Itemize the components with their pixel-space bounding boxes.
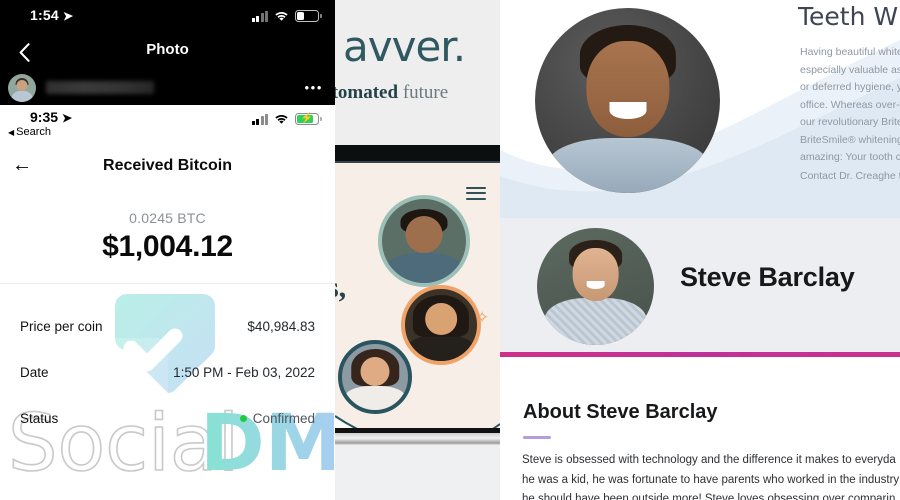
battery-icon [295, 10, 322, 22]
ig-status-time: 1:54 ➤ [30, 7, 74, 24]
profile-banner: Steve Barclay [500, 218, 900, 355]
cash-nav-bar: ← Received Bitcoin [0, 149, 335, 189]
avver-tagline-rest: future [402, 82, 449, 103]
dental-article-header: Teeth Wh Having beautiful white especial… [500, 0, 900, 218]
page-title: Photo [146, 41, 189, 58]
about-heading: About Steve Barclay [523, 401, 718, 423]
ig-post-header: ••• [0, 70, 335, 105]
about-body-line: he was a kid, he was fortunate to have p… [522, 473, 900, 486]
portrait-man-teal-ring [378, 195, 470, 287]
section-divider [0, 283, 335, 284]
ig-nav-bar: Photo [0, 34, 335, 70]
avatar[interactable] [8, 73, 36, 102]
right-profile-panel: Teeth Wh Having beautiful white especial… [500, 0, 900, 500]
middle-avver-panel: avver. utomated future s, able, a ✧ [335, 0, 500, 500]
more-options-icon[interactable]: ••• [305, 81, 323, 94]
page-title: Received Bitcoin [103, 157, 232, 174]
row-label: Status [20, 410, 59, 426]
table-row: Price per coin $40,984.83 [0, 303, 335, 349]
about-body-line: Steve is obsessed with technology and th… [522, 454, 896, 466]
article-body-line: BriteSmile® whitening [800, 133, 900, 146]
back-to-search-label: Search [16, 126, 52, 138]
heading-underline [523, 436, 551, 439]
row-value: $40,984.83 [247, 318, 315, 334]
btc-amount: 0.0245 BTC [129, 210, 206, 226]
avver-logo: avver. [343, 22, 466, 71]
wifi-icon [274, 11, 289, 22]
decorative-curve [335, 398, 500, 428]
wifi-icon [274, 114, 289, 125]
location-arrow-icon: ➤ [61, 110, 73, 126]
table-row: Date 1:50 PM - Feb 03, 2022 [0, 349, 335, 395]
profile-name: Steve Barclay [680, 262, 855, 292]
avver-tagline: utomated future [335, 82, 448, 104]
page-background [335, 445, 500, 500]
device-bezel [335, 145, 500, 163]
ig-status-icons [251, 10, 322, 22]
cash-status-time: 9:35 ➤ [30, 109, 73, 126]
about-section: About Steve Barclay Steve is obsessed wi… [500, 357, 900, 500]
cellular-bars-icon [251, 113, 268, 125]
triangle-left-icon: ◀ [8, 127, 15, 137]
article-body-line: especially valuable ass [800, 63, 900, 76]
amount-block: 0.0245 BTC $1,004.12 [0, 210, 335, 264]
dentist-patient-portrait [535, 8, 720, 193]
row-value: 1:50 PM - Feb 03, 2022 [173, 364, 315, 380]
transaction-details-list: Price per coin $40,984.83 Date 1:50 PM -… [0, 303, 335, 441]
avver-tagline-bold: utomated [335, 82, 399, 103]
screenshot-collage: 1:54 ➤ Photo ••• 9:35 ➤ ◀ Search ⚡ ← Rec… [0, 0, 900, 500]
article-heading: Teeth Wh [798, 2, 900, 31]
steve-barclay-avatar [537, 228, 654, 345]
article-body: Having beautiful white especially valuab… [800, 44, 900, 167]
ig-status-bar: 1:54 ➤ [0, 0, 335, 34]
article-body-line: or deferred hygiene, yo [800, 81, 900, 93]
hamburger-menu-icon[interactable] [466, 183, 486, 204]
status-label: Confirmed [252, 410, 315, 426]
table-row: Status Confirmed [0, 395, 335, 441]
cellular-bars-icon [251, 10, 268, 22]
blurred-username [46, 81, 154, 94]
avver-hero: avver. utomated future [335, 0, 500, 145]
article-body-line: amazing: Your tooth co [800, 151, 900, 163]
cash-status-icons: ⚡ [251, 113, 322, 125]
article-contact-line: Contact Dr. Creaghe to [800, 170, 900, 182]
partial-heading-text: s, [335, 271, 347, 304]
instagram-photo-screen: 1:54 ➤ Photo ••• [0, 0, 335, 105]
laptop-base [335, 428, 500, 445]
laptop-mockup: s, able, a ✧ [335, 145, 500, 445]
status-dot-icon [239, 414, 247, 422]
back-to-search-link[interactable]: ◀ Search [8, 126, 51, 138]
row-label: Date [20, 364, 49, 380]
article-body-line: Having beautiful white [800, 46, 900, 58]
battery-charging-icon: ⚡ [295, 113, 322, 125]
portrait-woman-orange-ring [401, 285, 481, 365]
cashapp-received-bitcoin-screen: 9:35 ➤ ◀ Search ⚡ ← Received Bitcoin 0.0… [0, 105, 335, 500]
usd-amount: $1,004.12 [102, 230, 233, 263]
article-body-line: office. Whereas over-th [800, 98, 900, 111]
device-screen: s, able, a ✧ [335, 163, 500, 428]
about-body: Steve is obsessed with technology and th… [522, 451, 900, 500]
status-badge: Confirmed [239, 410, 315, 426]
article-body-line: our revolutionary Brite [800, 116, 900, 128]
left-mobile-panel: 1:54 ➤ Photo ••• 9:35 ➤ ◀ Search ⚡ ← Rec… [0, 0, 335, 500]
location-arrow-icon: ➤ [62, 8, 74, 24]
row-label: Price per coin [20, 318, 103, 334]
cash-status-bar: 9:35 ➤ ◀ Search ⚡ [0, 105, 335, 145]
about-body-line: he should have been outside more! Steve … [522, 493, 896, 500]
